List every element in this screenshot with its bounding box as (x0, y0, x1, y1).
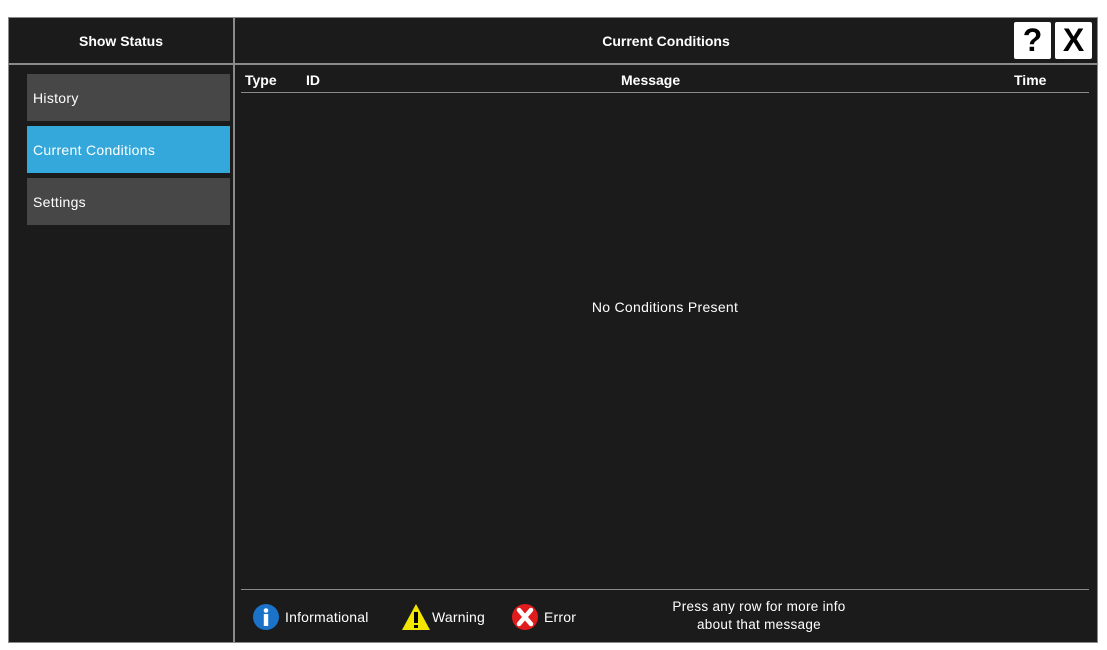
column-header-type[interactable]: Type (245, 72, 277, 88)
warning-icon (402, 604, 430, 630)
error-icon (512, 604, 538, 630)
legend-label-informational: Informational (285, 609, 369, 625)
sidebar-item-current-conditions[interactable]: Current Conditions (27, 126, 230, 173)
help-button[interactable]: ? (1014, 22, 1051, 59)
sidebar-item-settings[interactable]: Settings (27, 178, 230, 225)
hint-line-1: Press any row for more info (672, 599, 846, 614)
legend-error: Error (511, 603, 576, 631)
page-header: Current Conditions ? X (235, 18, 1097, 65)
info-icon (253, 604, 279, 630)
hint-line-2: about that message (697, 617, 821, 632)
sidebar: History Current Conditions Settings (9, 65, 235, 642)
column-header-message[interactable]: Message (621, 72, 680, 88)
close-button[interactable]: X (1055, 22, 1092, 59)
panel-title: Show Status (9, 18, 235, 65)
hint-text: Press any row for more info about that m… (609, 598, 909, 634)
column-header-id[interactable]: ID (306, 72, 320, 88)
empty-message: No Conditions Present (591, 299, 739, 315)
legend-informational: Informational (252, 603, 369, 631)
page-title: Current Conditions (602, 32, 730, 49)
status-dialog: Show Status History Current Conditions S… (8, 17, 1098, 643)
legend-warning: Warning (401, 603, 485, 631)
footer-divider (241, 589, 1089, 590)
legend-label-error: Error (544, 609, 577, 625)
legend-label-warning: Warning (432, 609, 486, 625)
header-divider (241, 92, 1089, 93)
column-header-time[interactable]: Time (1014, 72, 1046, 88)
sidebar-item-history[interactable]: History (27, 74, 230, 121)
